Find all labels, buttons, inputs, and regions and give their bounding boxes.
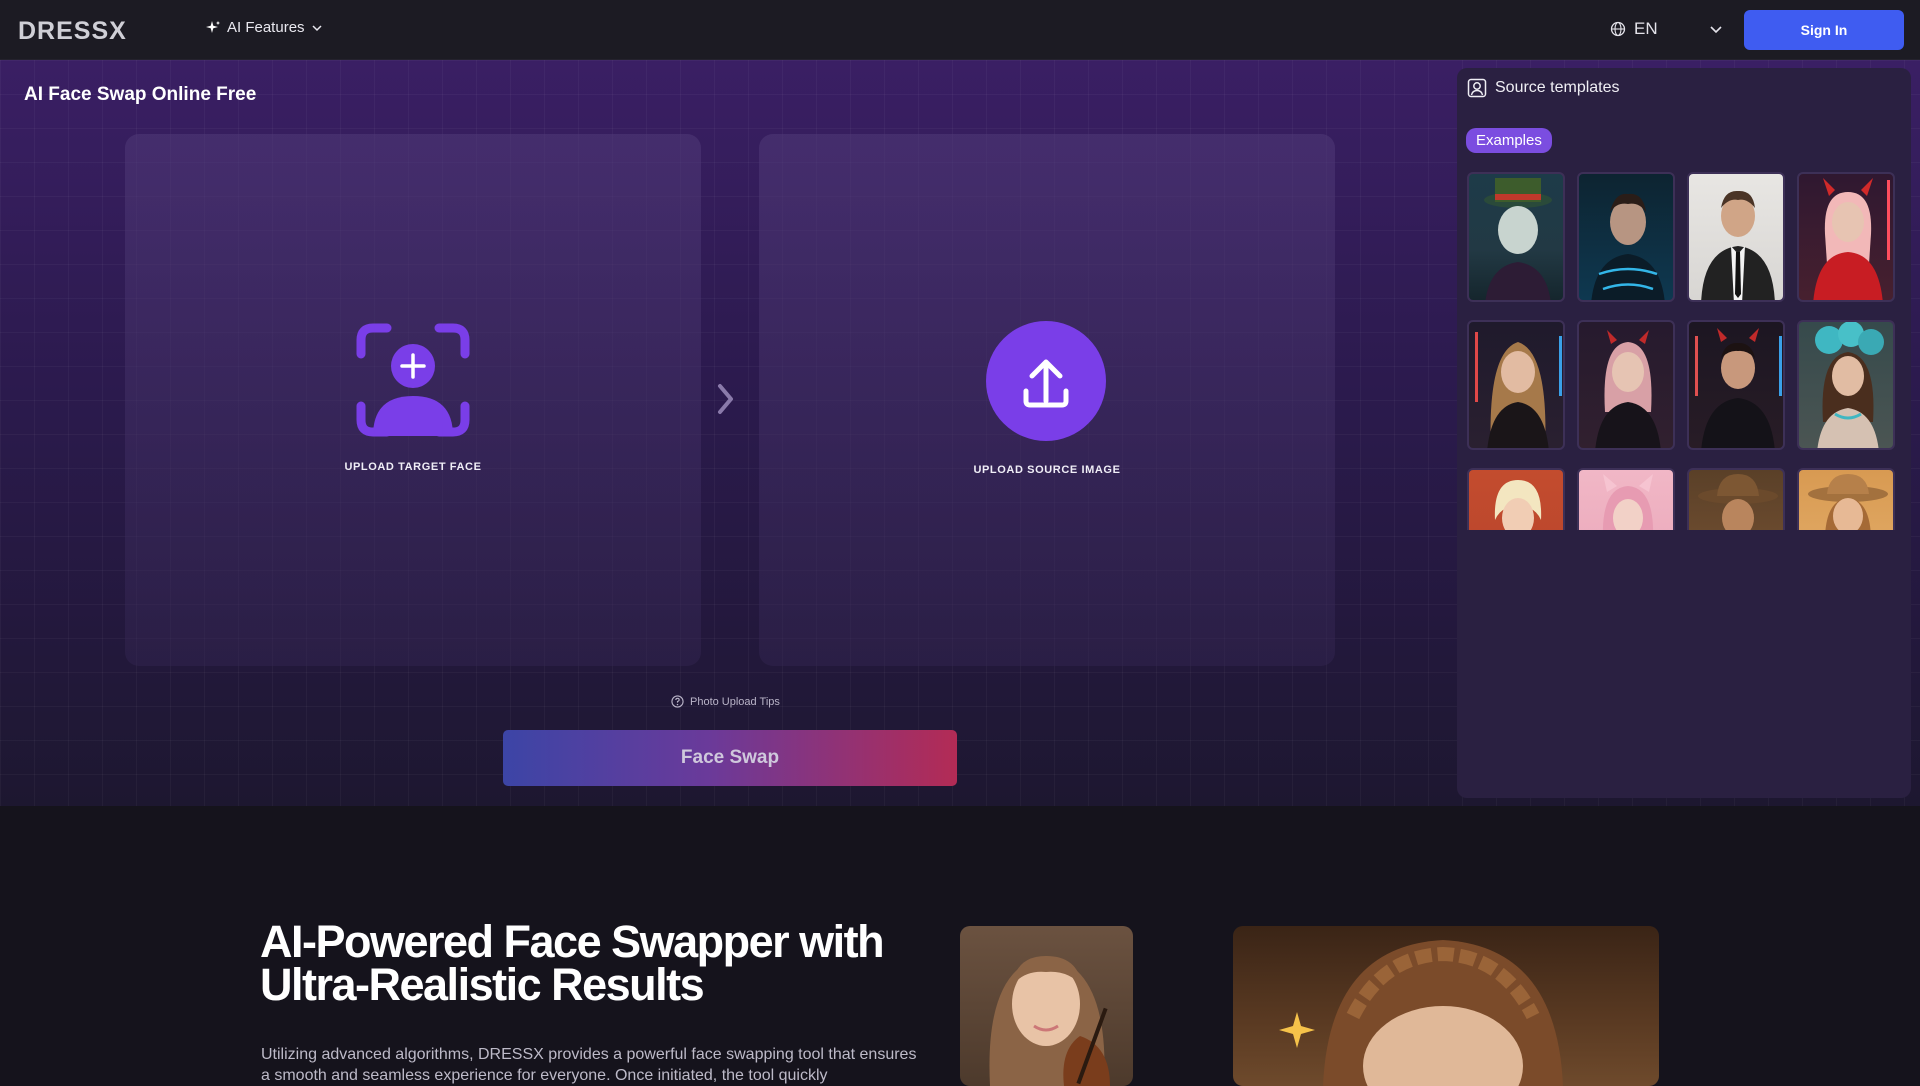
source-templates-header: Source templates <box>1467 78 1620 98</box>
upload-source-image-panel[interactable]: UPLOAD SOURCE IMAGE <box>759 134 1335 666</box>
chevron-down-icon[interactable] <box>1708 21 1724 37</box>
language-label: EN <box>1634 19 1658 38</box>
template-thumbnail[interactable] <box>1687 172 1785 302</box>
add-face-icon <box>356 323 470 437</box>
globe-icon <box>1610 21 1626 37</box>
template-thumbnail[interactable] <box>1577 320 1675 450</box>
template-thumbnail[interactable] <box>1577 172 1675 302</box>
upload-icon <box>986 321 1106 441</box>
top-nav: DRESSX AI Features EN Sign In <box>0 0 1920 60</box>
section-heading: AI-Powered Face Swapper with Ultra-Reali… <box>260 916 885 1010</box>
source-templates-title: Source templates <box>1495 79 1620 96</box>
upload-target-face-panel[interactable]: UPLOAD TARGET FACE <box>125 134 701 666</box>
template-thumbnail[interactable] <box>1687 320 1785 450</box>
template-thumbnail[interactable] <box>1577 468 1675 530</box>
upload-source-image-label: UPLOAD SOURCE IMAGE <box>973 464 1121 476</box>
upload-target-face-label: UPLOAD TARGET FACE <box>344 461 482 473</box>
portrait-icon <box>1467 78 1487 98</box>
sparkle-icon <box>206 20 220 33</box>
chevron-down-icon <box>312 24 322 31</box>
chevron-right-icon <box>718 384 733 414</box>
template-thumbnail[interactable] <box>1467 172 1565 302</box>
help-circle-icon <box>671 695 684 708</box>
page-title: AI Face Swap Online Free <box>24 84 257 105</box>
template-thumbnail[interactable] <box>1467 320 1565 450</box>
language-selector[interactable]: EN <box>1610 19 1658 39</box>
sign-in-button[interactable]: Sign In <box>1744 10 1904 50</box>
logo[interactable]: DRESSX <box>18 17 127 46</box>
face-swap-button[interactable]: Face Swap <box>503 730 957 786</box>
ai-features-menu[interactable]: AI Features <box>205 19 323 36</box>
template-thumbnail[interactable] <box>1797 172 1895 302</box>
examples-chip[interactable]: Examples <box>1466 128 1552 153</box>
source-templates-panel: Source templates Examples <box>1457 68 1911 798</box>
template-thumbnail[interactable] <box>1467 468 1565 530</box>
violin-girl-image <box>960 926 1133 1086</box>
photo-upload-tips-label: Photo Upload Tips <box>690 695 780 708</box>
template-thumbnail[interactable] <box>1797 468 1895 530</box>
ai-features-label: AI Features <box>227 19 305 36</box>
template-thumbnail[interactable] <box>1687 468 1785 530</box>
photo-upload-tips[interactable]: Photo Upload Tips <box>671 695 780 708</box>
braided-portrait-image <box>1233 926 1659 1086</box>
template-grid <box>1467 172 1897 530</box>
template-thumbnail[interactable] <box>1797 320 1895 450</box>
